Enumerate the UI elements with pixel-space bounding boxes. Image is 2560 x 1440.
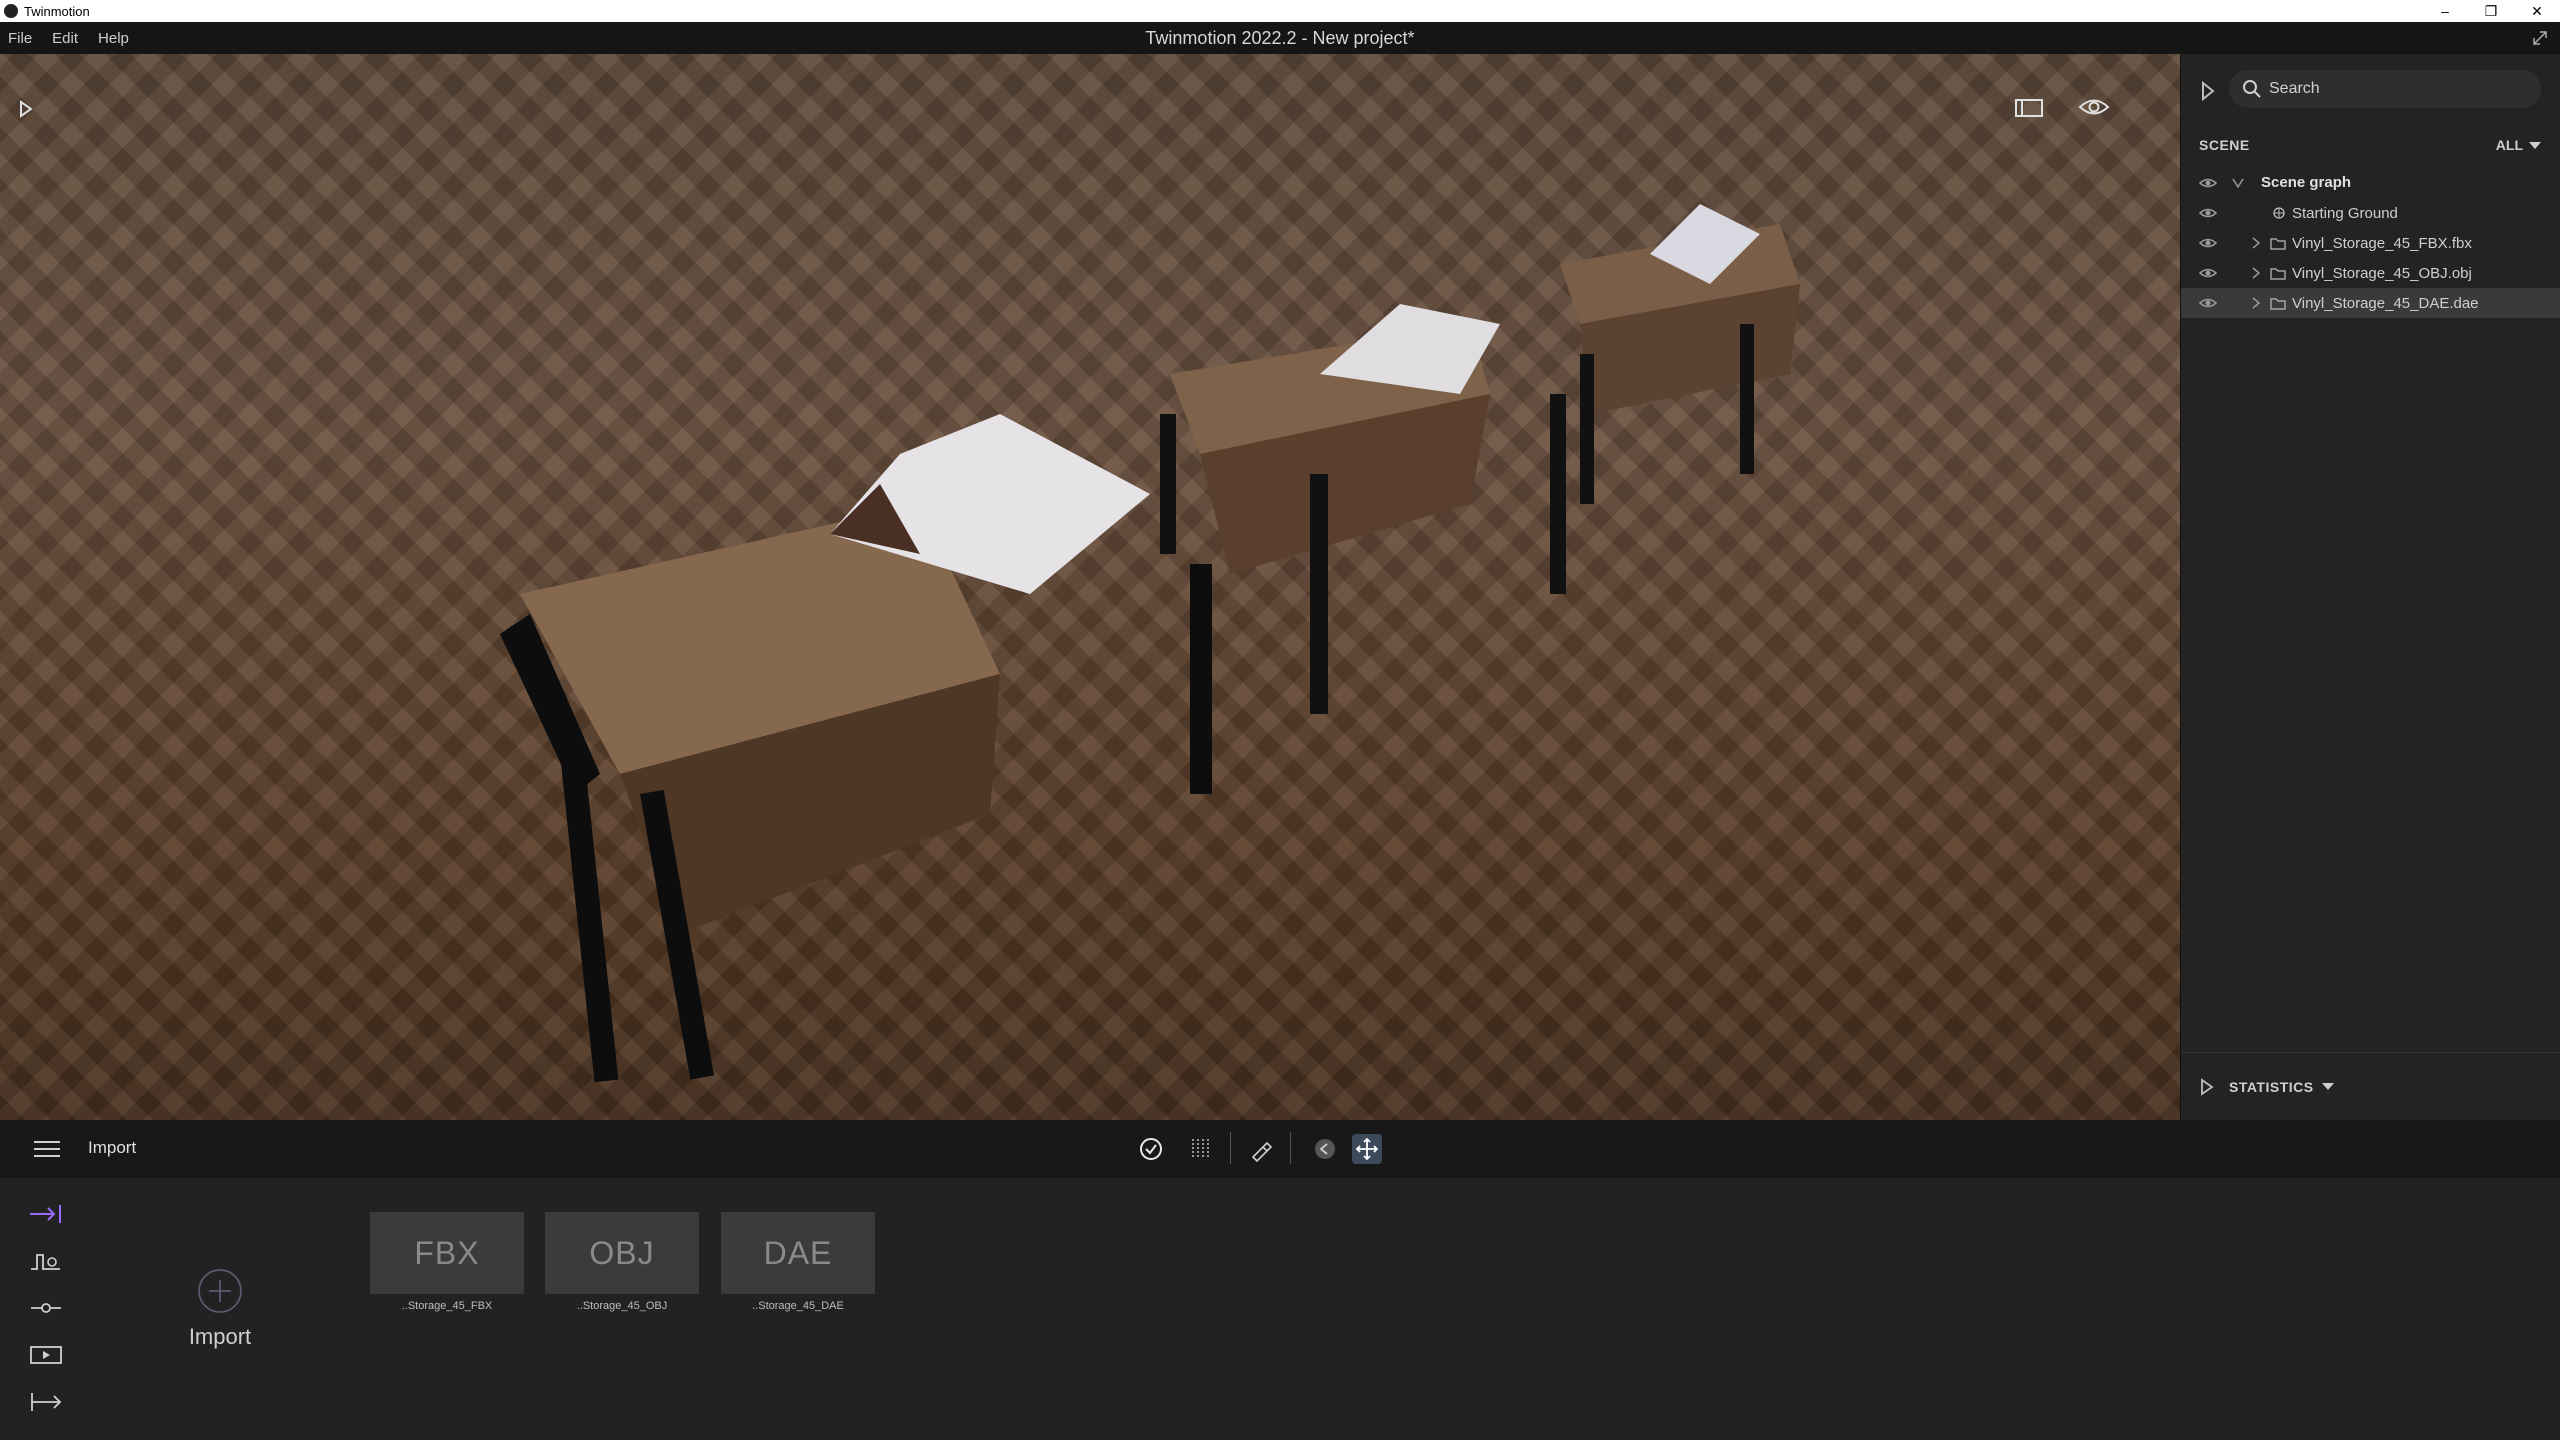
- tree-row-dae[interactable]: Vinyl_Storage_45_DAE.dae: [2181, 288, 2560, 318]
- os-titlebar: Twinmotion – ❐ ✕: [0, 0, 2560, 22]
- side-nav: [26, 1198, 66, 1433]
- hamburger-menu-icon[interactable]: [32, 1138, 62, 1160]
- expand-statistics-icon[interactable]: [2199, 1077, 2215, 1097]
- nav-export[interactable]: [26, 1386, 66, 1418]
- import-label: Import: [188, 1324, 252, 1349]
- folder-icon: [2270, 238, 2286, 250]
- visibility-eye-icon[interactable]: [2199, 236, 2217, 250]
- eyedropper-tool-button[interactable]: [1246, 1134, 1276, 1164]
- search-input[interactable]: [2269, 80, 2529, 98]
- chevron-down-icon[interactable]: [2321, 1083, 2334, 1090]
- search-icon: [2243, 80, 2261, 98]
- os-app-name: Twinmotion: [24, 3, 90, 19]
- import-arrow-icon: [30, 1205, 61, 1223]
- asset-tile-fbx[interactable]: FBX ..Storage_45_FBX: [370, 1212, 524, 1312]
- window-controls: – ❐ ✕: [2422, 0, 2560, 22]
- eye-icon[interactable]: [2078, 94, 2110, 120]
- scene-filter-label: ALL: [2495, 137, 2523, 153]
- menu-bar: File Edit Help Twinmotion 2022.2 - New p…: [0, 22, 2560, 54]
- scene-header: SCENE ALL: [2199, 130, 2541, 160]
- asset-thumbnail: DAE: [721, 1212, 875, 1294]
- scene-panel: SCENE ALL Scene graph Starting Ground Vi…: [2180, 54, 2560, 1120]
- collapse-panel-icon[interactable]: [2199, 80, 2217, 102]
- asset-caption: ..Storage_45_FBX: [401, 1300, 493, 1312]
- vinyl-table-near: [500, 414, 1212, 1083]
- 3d-viewport[interactable]: [0, 54, 2180, 1120]
- toolbar-divider: [1230, 1132, 1231, 1164]
- local-space-toggle[interactable]: [1310, 1134, 1340, 1164]
- import-panel: Import FBX ..Storage_45_FBX OBJ ..Storag…: [0, 1178, 2560, 1440]
- chevron-right-icon[interactable]: [2249, 266, 2263, 280]
- folder-icon: [2270, 298, 2286, 310]
- tree-row-starting-ground[interactable]: Starting Ground: [2181, 198, 2560, 228]
- toolbar-section-title: Import: [88, 1138, 137, 1157]
- folder-icon: [2270, 268, 2286, 280]
- grid-tool-button[interactable]: [1186, 1134, 1216, 1164]
- asset-thumbnail: FBX: [370, 1212, 524, 1294]
- tree-label: Starting Ground: [2292, 205, 2398, 222]
- nav-import[interactable]: [26, 1198, 66, 1230]
- tree-label: Vinyl_Storage_45_DAE.dae: [2292, 295, 2479, 312]
- grid-icon: [1192, 1139, 1209, 1159]
- nav-media[interactable]: [26, 1339, 66, 1371]
- visibility-eye-icon[interactable]: [2199, 176, 2217, 190]
- select-tool-button[interactable]: [1136, 1134, 1166, 1164]
- eyedropper-icon: [1251, 1141, 1273, 1162]
- minimize-button[interactable]: –: [2422, 0, 2468, 22]
- tree-label: Vinyl_Storage_45_FBX.fbx: [2292, 235, 2472, 252]
- tree-label: Scene graph: [2261, 174, 2352, 191]
- project-title: Twinmotion 2022.2 - New project*: [1145, 27, 1415, 48]
- play-icon[interactable]: [16, 98, 36, 120]
- chevron-down-icon: [2529, 141, 2541, 149]
- menu-edit[interactable]: Edit: [42, 30, 88, 47]
- visibility-eye-icon[interactable]: [2199, 296, 2217, 310]
- statistics-label: STATISTICS: [2229, 1078, 2314, 1095]
- visibility-eye-icon[interactable]: [2199, 266, 2217, 280]
- move-tool-button[interactable]: [1352, 1134, 1382, 1164]
- scene-render: [500, 204, 1800, 1083]
- export-arrow-icon: [31, 1393, 62, 1411]
- nav-context[interactable]: [26, 1245, 66, 1277]
- bottom-toolbar: Import: [0, 1120, 2560, 1178]
- import-button[interactable]: Import: [180, 1268, 260, 1350]
- tree-row-obj[interactable]: Vinyl_Storage_45_OBJ.obj: [2181, 258, 2560, 288]
- check-circle-icon: [1140, 1138, 1162, 1160]
- toolbar-divider: [1290, 1132, 1291, 1164]
- vinyl-table-far: [1560, 204, 1800, 504]
- asset-tile-obj[interactable]: OBJ ..Storage_45_OBJ: [545, 1212, 699, 1312]
- menu-file[interactable]: File: [0, 30, 42, 47]
- close-button[interactable]: ✕: [2514, 0, 2560, 22]
- nav-settings[interactable]: [26, 1292, 66, 1324]
- statistics-bar[interactable]: STATISTICS: [2181, 1052, 2560, 1120]
- visibility-eye-icon[interactable]: [2199, 206, 2217, 220]
- fullscreen-icon[interactable]: [2530, 28, 2550, 48]
- media-icon: [30, 1346, 62, 1364]
- tree-label: Vinyl_Storage_45_OBJ.obj: [2292, 265, 2472, 282]
- asset-caption: ..Storage_45_OBJ: [576, 1300, 668, 1312]
- scene-graph-tree: Scene graph Starting Ground Vinyl_Storag…: [2181, 168, 2560, 318]
- landscape-icon: [31, 1254, 60, 1270]
- vinyl-table-middle: [1160, 304, 1566, 714]
- scene-filter-dropdown[interactable]: ALL: [2496, 137, 2541, 153]
- chevron-right-icon[interactable]: [2249, 236, 2263, 250]
- back-circle-icon: [1315, 1139, 1335, 1159]
- chevron-down-icon[interactable]: [2231, 176, 2245, 190]
- search-box[interactable]: [2229, 70, 2541, 108]
- move-arrows-icon: [1355, 1137, 1379, 1161]
- restore-button[interactable]: ❐: [2468, 0, 2514, 22]
- asset-tile-dae[interactable]: DAE ..Storage_45_DAE: [721, 1212, 875, 1312]
- plus-circle-icon: [198, 1269, 242, 1313]
- asset-thumbnail: OBJ: [545, 1212, 699, 1294]
- slider-icon: [31, 1303, 61, 1313]
- asset-caption: ..Storage_45_DAE: [752, 1300, 844, 1312]
- chevron-right-icon[interactable]: [2249, 296, 2263, 310]
- tree-row-fbx[interactable]: Vinyl_Storage_45_FBX.fbx: [2181, 228, 2560, 258]
- panel-toggle-icon[interactable]: [2014, 96, 2044, 120]
- ground-icon: [2273, 207, 2285, 219]
- tree-row-scene-graph[interactable]: Scene graph: [2181, 168, 2560, 198]
- twinmotion-logo-icon: [4, 4, 18, 18]
- menu-help[interactable]: Help: [88, 30, 139, 47]
- scene-section-label: SCENE: [2199, 137, 2250, 153]
